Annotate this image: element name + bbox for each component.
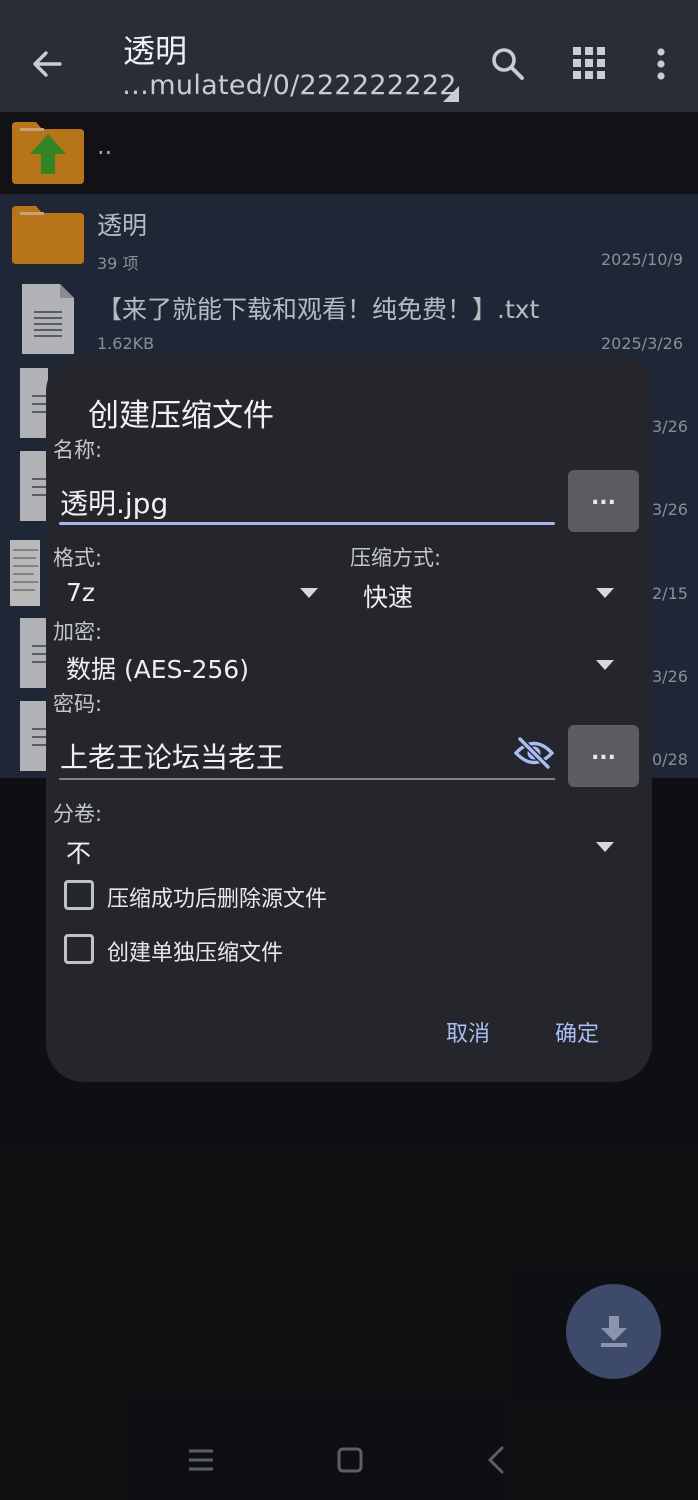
compression-select[interactable]: 快速 [363,578,413,614]
arrow-back-icon[interactable] [26,42,70,86]
delete-source-label[interactable]: 压缩成功后删除源文件 [107,881,327,913]
password-input-underline [59,778,555,780]
split-label: 分卷: [53,802,103,826]
split-select[interactable]: 不 [66,834,91,870]
app-bar: 透明 …mulated/0/222222222 [0,0,698,112]
cancel-button[interactable]: 取消 [446,1016,490,1048]
compression-label: 压缩方式: [350,546,442,570]
grid-view-icon[interactable] [572,46,606,80]
format-select[interactable]: 7z [66,578,95,607]
download-icon [601,1316,627,1347]
back-nav-icon[interactable] [486,1446,506,1474]
chevron-down-icon[interactable] [596,588,614,598]
download-fab[interactable] [566,1284,661,1379]
ok-button[interactable]: 确定 [555,1016,599,1048]
more-vertical-icon[interactable] [650,44,672,84]
format-label: 格式: [53,546,103,570]
recent-apps-icon[interactable] [187,1447,215,1473]
encryption-select[interactable]: 数据 (AES-256) [66,650,249,686]
search-icon[interactable] [488,44,528,84]
path-dropdown-triangle-icon[interactable] [441,84,461,104]
name-input-underline [59,522,555,525]
chevron-down-icon[interactable] [300,588,318,598]
dialog-title: 创建压缩文件 [88,398,274,434]
browse-password-button[interactable]: ... [568,725,639,787]
chevron-down-icon[interactable] [596,842,614,852]
separate-archive-label[interactable]: 创建单独压缩文件 [107,935,283,967]
separate-archive-checkbox[interactable] [64,934,94,964]
browse-name-button[interactable]: ... [568,470,639,532]
visibility-off-icon[interactable] [514,736,554,770]
encryption-label: 加密: [53,620,103,644]
page-title: 透明 [123,32,188,70]
name-label: 名称: [53,438,103,462]
path-breadcrumb[interactable]: …mulated/0/222222222 [122,70,457,101]
name-input[interactable]: 透明.jpg [60,482,168,522]
chevron-down-icon[interactable] [596,660,614,670]
password-input[interactable]: 上老王论坛当老王 [60,736,284,776]
home-icon[interactable] [337,1447,363,1473]
delete-source-checkbox[interactable] [64,880,94,910]
create-archive-dialog: 创建压缩文件 名称: 透明.jpg ... 格式: 7z 压缩方式: 快速 加密… [46,354,652,1082]
password-label: 密码: [53,692,103,716]
